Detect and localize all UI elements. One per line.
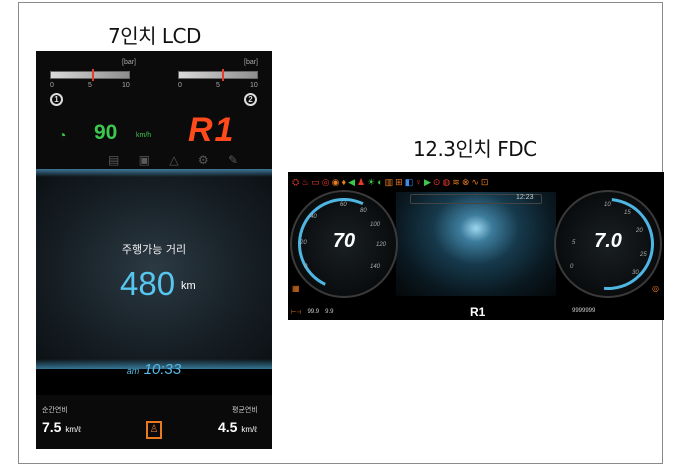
trip-a-value: 99.9 <box>307 309 320 315</box>
airbag-icon: ♀ <box>415 177 422 187</box>
fdc-caption: 12.3인치 FDC <box>413 137 537 161</box>
trip-b-value: 9.9 <box>325 309 334 315</box>
speed-tick-40: 40 <box>310 214 317 220</box>
parking-brake-icon: ⊙ <box>432 177 441 187</box>
rpm-tick-15: 15 <box>624 210 631 216</box>
speed-tick-0: 0 <box>304 264 308 270</box>
battery-icon: ▭ <box>311 177 320 187</box>
right-gauge-marker <box>222 69 224 81</box>
axle-icon: ⊢⊣ <box>291 309 302 316</box>
right-gauge-tick-10: 10 <box>250 82 258 89</box>
coolant-icon: ≋ <box>452 177 460 187</box>
filter-icon: ▤ <box>108 153 120 167</box>
right-gauge-tick-0: 0 <box>178 82 182 89</box>
oil-icon: ♨ <box>301 177 310 187</box>
avg-economy-label: 평균연비 <box>232 406 258 414</box>
speed-tick-60: 60 <box>340 202 347 208</box>
left-status-icons: ▦ <box>292 284 300 293</box>
clock: am 10:33 <box>36 361 272 379</box>
brake-icon: ◎ <box>321 177 330 187</box>
left-gauge-unit: [bar] <box>122 59 137 66</box>
speed-readout: 70 <box>332 230 356 252</box>
left-gauge-badge: 1 <box>50 93 63 106</box>
telltale-icon-strip: ⛭ ♨ ▭ ◎ ◉ ♦ ◀ ♟ ☀ ◐ ▥ ⊞ ◧ ♀ ▶ ⊙ ◍ ≋ ⊗ ∿ … <box>292 175 660 189</box>
left-pressure-gauge <box>50 71 130 79</box>
speed-tick-80: 80 <box>360 208 367 214</box>
gear-settings-icon: ⚙ <box>197 153 209 167</box>
seatbelt-icon: ♙ <box>146 421 162 439</box>
fuel-filter-icon: ▣ <box>138 153 150 167</box>
cruise-speed-icon: ◔ <box>58 127 67 143</box>
fuel-icon: ▥ <box>384 177 394 187</box>
left-gauge-marker <box>92 69 94 81</box>
right-status-icons: ◎ <box>652 284 659 293</box>
high-beam-icon: ◧ <box>404 177 414 187</box>
tire-icon: ⊗ <box>461 177 470 187</box>
rpm-readout: 7.0 <box>594 230 622 252</box>
engine-icon: ⛭ <box>292 177 300 187</box>
temp-icon: ♦ <box>341 177 347 187</box>
right-gauge-tick-5: 5 <box>216 82 220 89</box>
right-pressure-gauge <box>178 71 258 79</box>
lcd-info-panel: 주행가능 거리 480 km <box>36 169 272 369</box>
stop-icon: ◍ <box>442 177 451 187</box>
light-icon: ☀ <box>367 177 376 187</box>
range-unit: km <box>181 280 196 292</box>
glow-plug-icon: ∿ <box>471 177 479 187</box>
speed-unit: km/h <box>136 132 152 139</box>
left-gauge-tick-5: 5 <box>88 82 92 89</box>
avg-economy: 4.5 km/ℓ <box>218 419 257 435</box>
abs-icon: ◉ <box>331 177 340 187</box>
instant-economy-unit: km/ℓ <box>65 425 81 434</box>
speed-tick-100: 100 <box>370 222 381 228</box>
turn-right-icon: ▶ <box>423 177 431 187</box>
fdc-center-panel <box>396 192 556 296</box>
gear-indicator: R1 <box>188 111 236 149</box>
lcd-cluster-display: [bar] 0 5 10 1 [bar] 0 5 10 2 ◔ 90 km/h … <box>36 51 272 449</box>
speed-tick-140: 140 <box>370 264 381 270</box>
turn-left-icon: ◀ <box>348 177 356 187</box>
speed-value: 90 <box>94 121 118 144</box>
tachometer-dial: 10 15 20 5 25 0 30 7.0 <box>543 179 664 309</box>
fdc-cluster-display: ⛭ ♨ ▭ ◎ ◉ ♦ ◀ ♟ ☀ ◐ ▥ ⊞ ◧ ♀ ▶ ⊙ ◍ ≋ ⊗ ∿ … <box>288 172 664 320</box>
wrench-icon: ✎ <box>227 153 238 167</box>
instant-economy-label: 순간연비 <box>42 406 68 414</box>
right-gauge-unit: [bar] <box>244 59 259 66</box>
warning-icon-row: ▤ ▣ △ ⚙ ✎ <box>108 153 238 167</box>
avg-economy-value: 4.5 <box>218 419 238 435</box>
lcd-top-panel: [bar] 0 5 10 1 [bar] 0 5 10 2 ◔ 90 km/h … <box>36 51 272 169</box>
fdc-gear-indicator: R1 <box>470 305 486 319</box>
speedometer-dial: 60 80 100 40 120 20 140 0 70 <box>288 185 403 303</box>
left-gauge-tick-10: 10 <box>122 82 130 89</box>
lcd-caption: 7인치 LCD <box>108 24 201 48</box>
seatbelt-icon: ♟ <box>357 177 366 187</box>
range-label: 주행가능 거리 <box>121 243 187 256</box>
clock-am: am <box>126 366 140 376</box>
right-gauge-badge: 2 <box>244 93 257 106</box>
warning-triangle-icon: △ <box>169 153 179 167</box>
rpm-tick-0: 0 <box>570 264 574 270</box>
clock-time: 10:33 <box>143 361 182 378</box>
fdc-odometer: 9999999 <box>572 308 596 314</box>
rpm-tick-10: 10 <box>604 202 611 208</box>
filter-icon: ⊡ <box>480 177 489 187</box>
left-gauge-tick-0: 0 <box>50 82 54 89</box>
fog-icon: ◐ <box>377 177 383 187</box>
instant-economy: 7.5 km/ℓ <box>42 419 81 435</box>
instant-economy-value: 7.5 <box>42 419 62 435</box>
door-icon: ⊞ <box>395 177 403 187</box>
range-value: 480 <box>120 265 176 302</box>
rpm-tick-30: 30 <box>632 270 639 276</box>
fdc-clock: 12:23 <box>516 194 534 201</box>
avg-economy-unit: km/ℓ <box>241 425 257 434</box>
